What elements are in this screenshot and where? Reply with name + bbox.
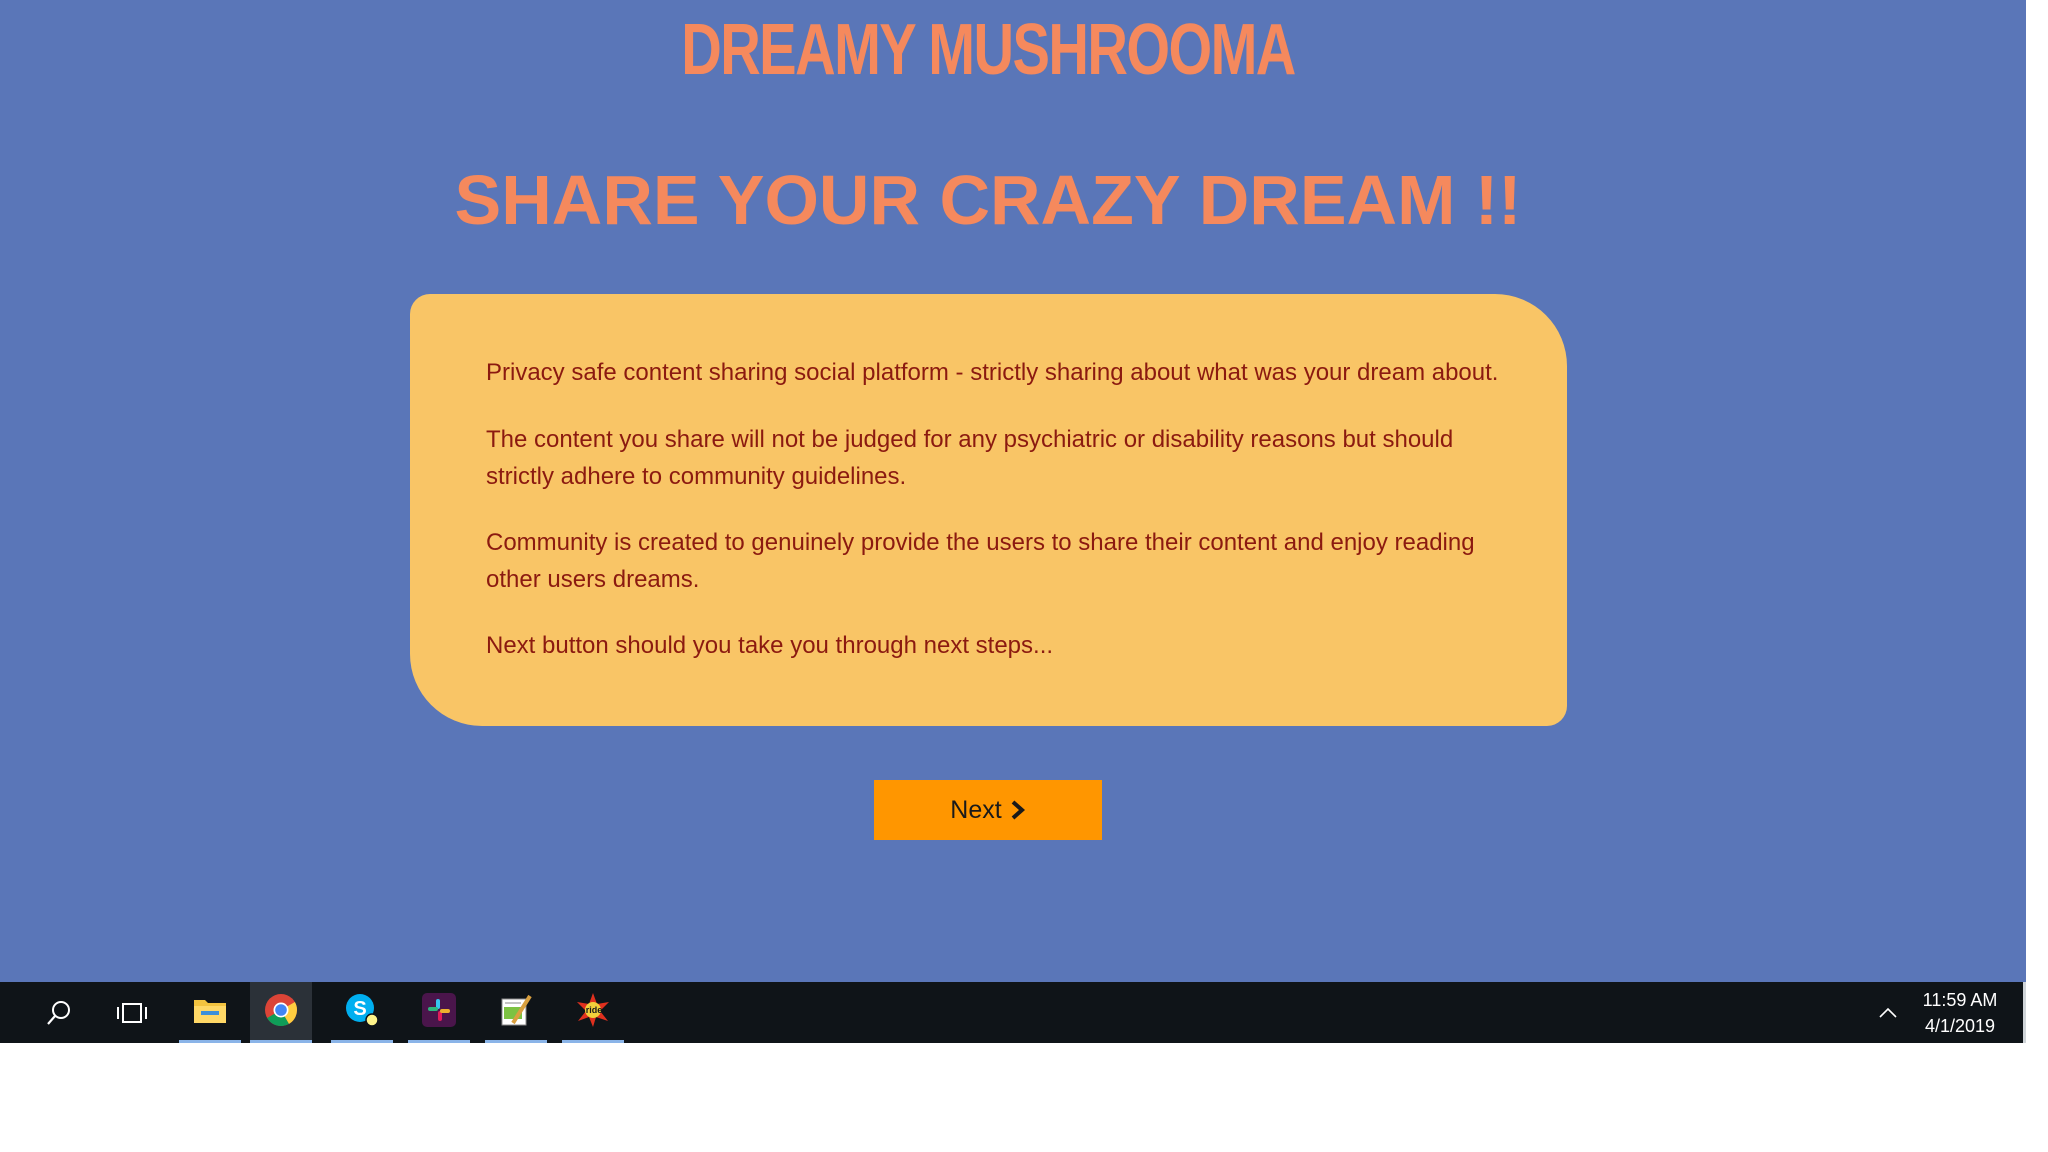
info-paragraph-privacy: Privacy safe content sharing social plat… [486,359,1499,386]
info-card: Privacy safe content sharing social plat… [410,294,1567,726]
taskbar-app-skype[interactable]: S [331,982,393,1043]
slack-icon [422,993,456,1032]
taskbar-clock[interactable]: 11:59 AM 4/1/2019 [1910,987,2010,1039]
taskbar-app-ride[interactable]: ride [562,982,624,1043]
next-button[interactable]: Next [874,780,1102,840]
web-page: DREAMY MUSHROOMA SHARE YOUR CRAZY DREAM … [0,0,2026,982]
task-view-icon[interactable] [101,982,163,1043]
chrome-icon [264,993,298,1032]
ride-icon: ride [575,992,611,1033]
screen: DREAMY MUSHROOMA SHARE YOUR CRAZY DREAM … [0,0,2026,1043]
notepad-icon [499,993,533,1032]
next-button-label: Next [950,795,1002,824]
info-paragraph-judgement: The content you share will not be judged… [486,426,1454,490]
svg-text:ride: ride [586,1005,603,1015]
taskbar-app-file-explorer[interactable] [179,982,241,1043]
folder-icon [193,996,227,1029]
taskbar: S ride 11:59 AM 4/1/2019 [0,982,2026,1043]
clock-time: 11:59 AM [1922,990,1998,1010]
info-paragraph-next-steps: Next button should you take you through … [486,632,1054,659]
chevron-right-icon [1010,800,1026,820]
chevron-up-icon[interactable] [1876,982,1900,1043]
site-title: DREAMY MUSHROOMA [681,10,1296,90]
show-desktop-button[interactable] [2023,982,2026,1043]
taskbar-app-notepad[interactable] [485,982,547,1043]
info-paragraph-community: Community is created to genuinely provid… [486,529,1475,593]
clock-date: 4/1/2019 [1924,1016,1996,1036]
taskbar-app-chrome[interactable] [250,982,312,1043]
skype-icon: S [344,992,380,1033]
svg-text:S: S [353,998,366,1020]
taskbar-app-slack[interactable] [408,982,470,1043]
search-icon[interactable] [28,982,90,1043]
page-heading: SHARE YOUR CRAZY DREAM !! [454,161,1522,239]
